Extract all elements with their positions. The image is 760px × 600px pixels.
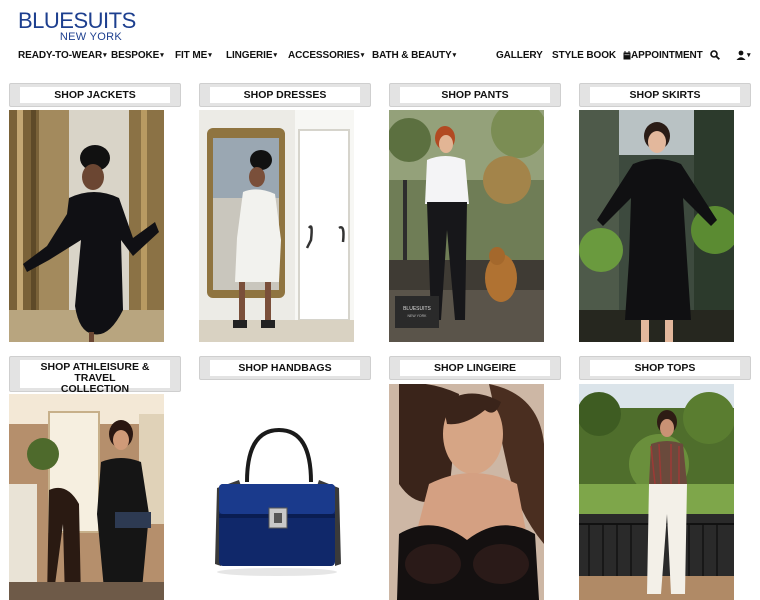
chevron-down-icon: ▾ <box>103 52 107 59</box>
calendar-icon <box>623 50 631 60</box>
shop-lingeire-label: SHOP LINGEIRE <box>400 360 550 376</box>
photo-watermark-city: NEW YORK <box>408 314 428 318</box>
chevron-down-icon: ▾ <box>452 52 457 59</box>
nav-appointment-label: APPOINTMENT <box>631 50 703 61</box>
nav-appointment[interactable]: APPOINTMENT <box>623 49 703 63</box>
lingeire-photo[interactable] <box>389 384 544 600</box>
shop-handbags-button[interactable]: SHOP HANDBAGS <box>199 356 371 380</box>
nav-accessories[interactable]: ACCESSORIES▾ <box>288 49 364 64</box>
nav-lingerie-label: LINGERIE <box>226 50 273 61</box>
nav-accessories-label: ACCESSORIES <box>288 50 360 61</box>
shop-tops-label: SHOP TOPS <box>590 360 740 376</box>
shop-athleisure-line1: SHOP ATHLEISURE & TRAVEL <box>40 361 150 384</box>
nav-bath-beauty[interactable]: BATH & BEAUTY▾ <box>372 49 456 64</box>
shop-athleisure-button[interactable]: SHOP ATHLEISURE & TRAVEL COLLECTION <box>9 356 181 395</box>
shop-lingeire-button[interactable]: SHOP LINGEIRE <box>389 356 561 380</box>
nav-lingerie[interactable]: LINGERIE▾ <box>226 49 277 64</box>
handbags-photo[interactable] <box>199 394 354 600</box>
athleisure-photo[interactable] <box>9 394 164 600</box>
chevron-down-icon: ▾ <box>360 52 365 59</box>
photo-watermark-name: BLUESUITS <box>403 306 431 312</box>
chevron-down-icon: ▾ <box>273 52 277 59</box>
user-icon <box>736 50 746 61</box>
nav-ready-to-wear-label: READY-TO-WEAR <box>18 50 103 61</box>
shop-tops-button[interactable]: SHOP TOPS <box>579 356 751 380</box>
nav-bespoke[interactable]: BESPOKE▾ <box>111 49 164 64</box>
main-nav: READY-TO-WEAR▾ BESPOKE▾ FIT ME▾ LINGERIE… <box>18 49 758 65</box>
chevron-down-icon: ▾ <box>747 52 751 59</box>
brand-name: BLUESUITS <box>18 8 136 33</box>
shop-jackets-button[interactable]: SHOP JACKETS <box>9 83 181 107</box>
shop-athleisure-label: SHOP ATHLEISURE & TRAVEL COLLECTION <box>20 360 170 395</box>
nav-fit-me-label: FIT ME <box>175 50 208 61</box>
account-menu[interactable]: ▾ <box>736 49 751 64</box>
nav-gallery[interactable]: GALLERY <box>496 49 543 63</box>
chevron-down-icon: ▾ <box>160 52 164 59</box>
chevron-down-icon: ▾ <box>208 52 212 59</box>
nav-fit-me[interactable]: FIT ME▾ <box>175 49 212 64</box>
shop-jackets-label: SHOP JACKETS <box>20 87 170 103</box>
shop-handbags-label: SHOP HANDBAGS <box>210 360 360 376</box>
shop-pants-label: SHOP PANTS <box>400 87 550 103</box>
jackets-photo[interactable] <box>9 110 164 342</box>
nav-bath-beauty-label: BATH & BEAUTY <box>372 50 452 61</box>
shop-pants-button[interactable]: SHOP PANTS <box>389 83 561 107</box>
brand-logo[interactable]: BLUESUITS NEW YORK <box>18 8 136 44</box>
shop-skirts-button[interactable]: SHOP SKIRTS <box>579 83 751 107</box>
search-icon <box>710 50 720 61</box>
shop-skirts-label: SHOP SKIRTS <box>590 87 740 103</box>
nav-bespoke-label: BESPOKE <box>111 50 160 61</box>
search-button[interactable] <box>710 49 720 63</box>
shop-dresses-button[interactable]: SHOP DRESSES <box>199 83 371 107</box>
dresses-photo[interactable] <box>199 110 354 342</box>
nav-ready-to-wear[interactable]: READY-TO-WEAR▾ <box>18 49 107 64</box>
shop-dresses-label: SHOP DRESSES <box>210 87 360 103</box>
tops-photo[interactable] <box>579 384 734 600</box>
nav-style-book[interactable]: STYLE BOOK <box>552 49 616 63</box>
pants-photo[interactable]: BLUESUITS NEW YORK <box>389 110 544 342</box>
skirts-photo[interactable] <box>579 110 734 342</box>
